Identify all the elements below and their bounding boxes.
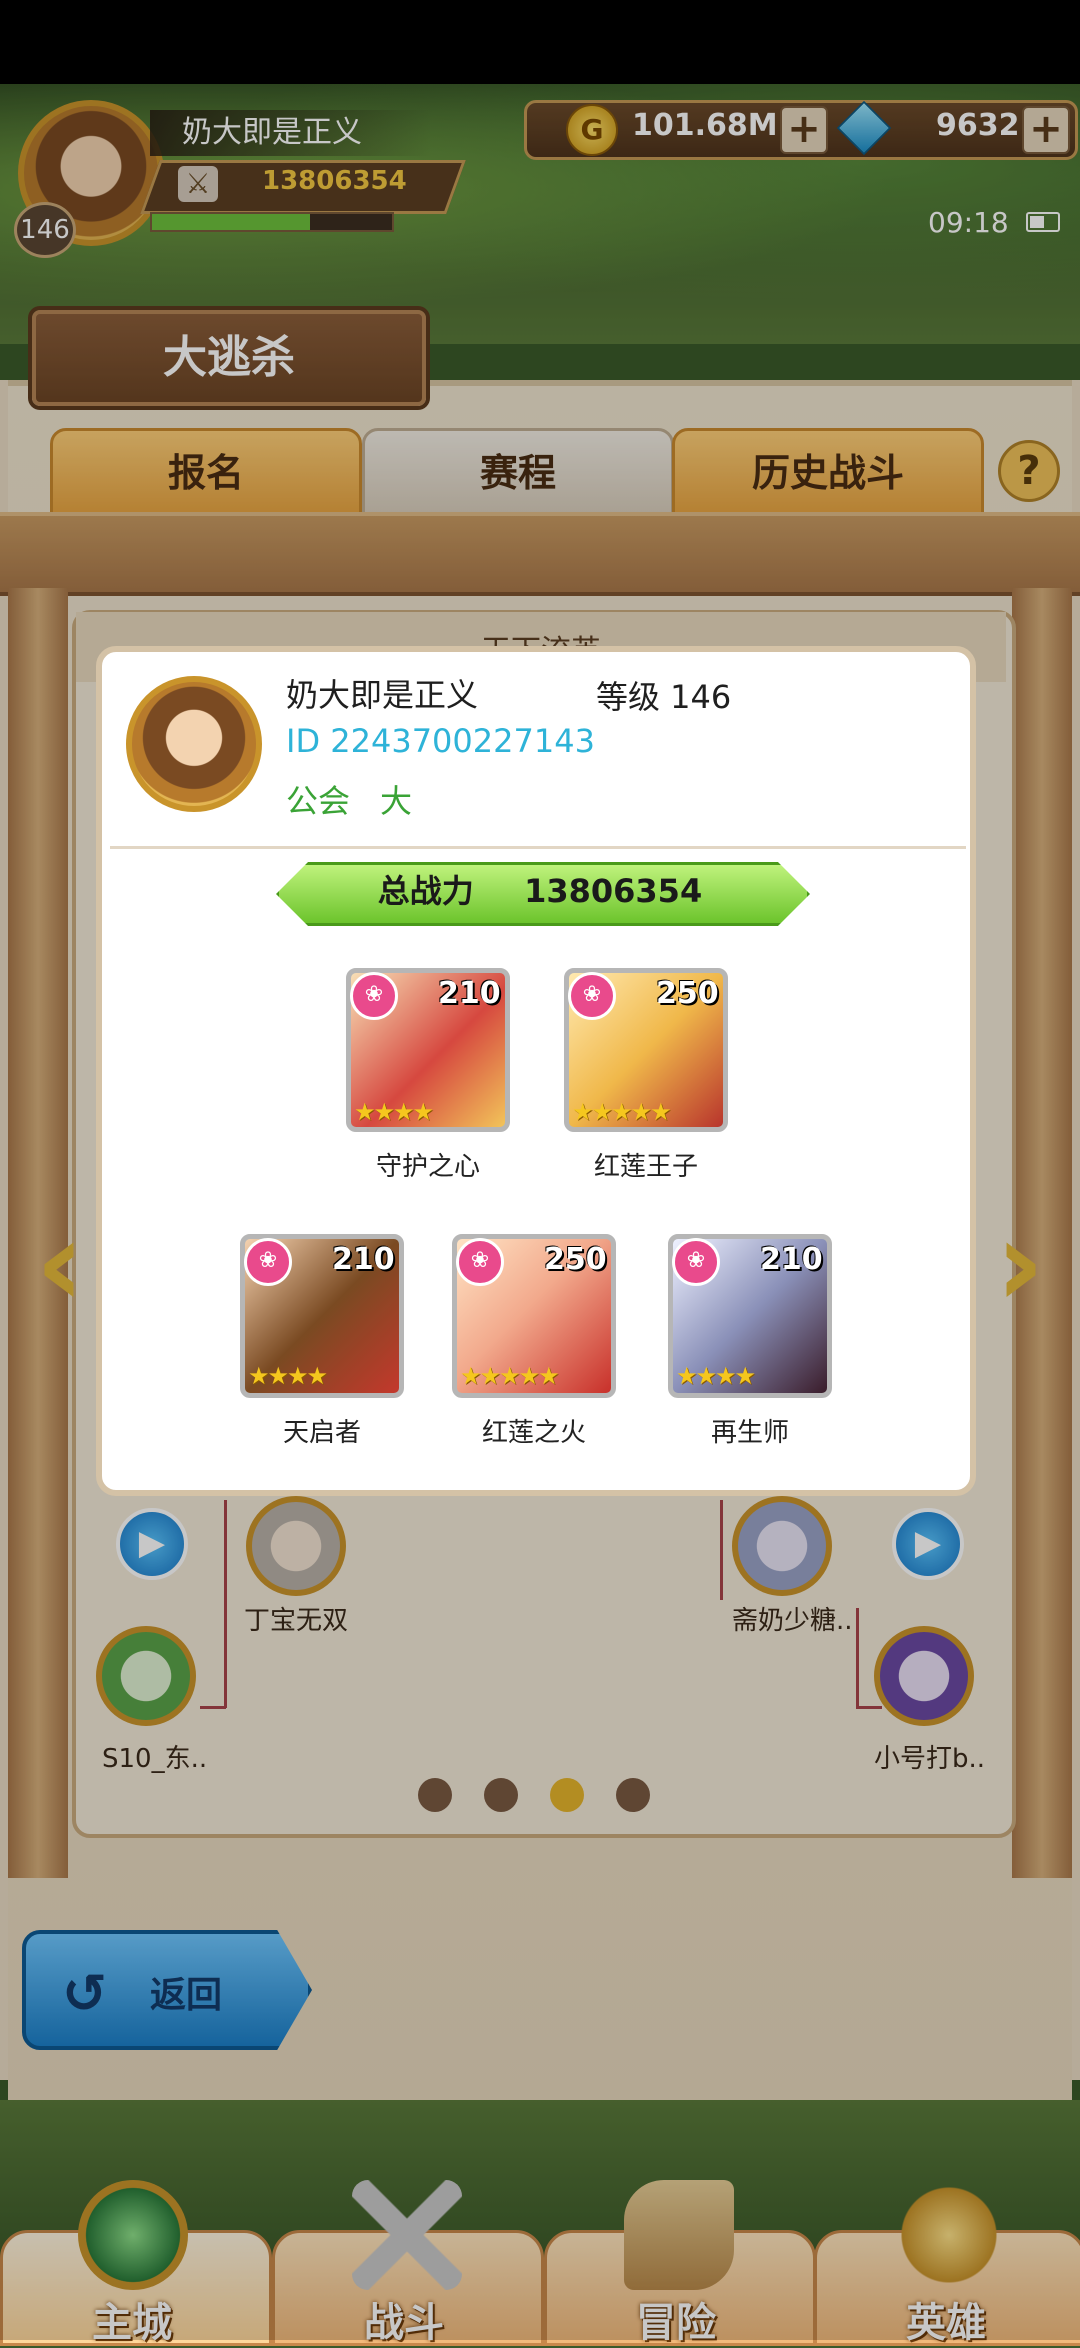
hero-name: 红莲王子 — [593, 1152, 698, 1182]
popup-guild-name: 大 — [380, 782, 413, 820]
hero-stars: ★★★★ — [676, 1362, 756, 1390]
page-dot[interactable] — [616, 1778, 650, 1812]
total-power-value: 13806354 — [524, 872, 703, 910]
tab-history[interactable]: 历史战斗 — [672, 428, 984, 518]
mode-title: 大逃杀 — [32, 310, 426, 406]
wooden-beam — [0, 512, 1080, 596]
replay-button[interactable]: ▶ — [892, 1508, 964, 1580]
swords-icon: ⚔ — [178, 166, 218, 202]
hero-stars: ★★★★ — [354, 1098, 434, 1126]
divider — [110, 846, 966, 849]
hero-crest-icon — [894, 2180, 1004, 2290]
player-avatar-mini[interactable] — [96, 1626, 196, 1726]
hero-level: 250 — [544, 1242, 607, 1277]
hero-name: 天启者 — [282, 1418, 361, 1448]
gold-coin-icon: G — [566, 104, 618, 156]
add-gold-button[interactable]: + — [780, 106, 828, 154]
add-gem-button[interactable]: + — [1022, 106, 1070, 154]
hero-name: 红莲之火 — [481, 1418, 586, 1448]
castle-icon — [78, 2180, 188, 2290]
help-button[interactable]: ? — [998, 440, 1060, 502]
hero-level: 210 — [438, 976, 501, 1011]
total-power-text: 总战力 13806354 — [276, 866, 804, 912]
combat-power-value: 13806354 — [262, 166, 407, 196]
hero-stars: ★★★★ — [248, 1362, 328, 1390]
popup-guild-label: 公会 — [286, 782, 351, 820]
nav-label: 英雄 — [906, 2300, 986, 2346]
player-name-mini: 丁宝无双 — [244, 1606, 349, 1636]
page-dot[interactable] — [418, 1778, 452, 1812]
hero-name: 再生师 — [710, 1418, 789, 1448]
gem-amount: 9632 — [936, 108, 1020, 143]
popup-player-avatar — [126, 676, 262, 812]
clock: 09:18 — [928, 206, 1009, 239]
replay-button[interactable]: ▶ — [116, 1508, 188, 1580]
page-dot-active[interactable] — [550, 1778, 584, 1812]
player-name-mini: 小号打b.. — [874, 1744, 986, 1774]
total-power-label: 总战力 — [377, 872, 474, 910]
faction-lotus-icon: ❀ — [350, 972, 398, 1020]
popup-player-level: 等级 146 — [596, 678, 732, 716]
nav-label: 主城 — [92, 2300, 172, 2346]
popup-player-name: 奶大即是正义 — [286, 676, 479, 714]
prev-page-arrow[interactable]: ‹ — [30, 1205, 90, 1325]
faction-lotus-icon: ❀ — [568, 972, 616, 1020]
crossed-swords-icon — [352, 2180, 462, 2290]
battery-icon — [1026, 212, 1060, 232]
back-button-label: 返回 — [150, 1975, 223, 2016]
bracket-line — [856, 1706, 882, 1709]
page-dot[interactable] — [484, 1778, 518, 1812]
nav-label: 冒险 — [636, 2300, 716, 2346]
tab-schedule[interactable]: 赛程 — [362, 428, 674, 518]
bracket-line — [224, 1608, 227, 1708]
faction-lotus-icon: ❀ — [456, 1238, 504, 1286]
player-name-mini: 斋奶少糖.. — [732, 1606, 853, 1636]
hero-stars: ★★★★★ — [572, 1098, 672, 1126]
player-name: 奶大即是正义 — [150, 110, 432, 156]
status-bar — [0, 0, 1080, 84]
nav-label: 战斗 — [364, 2300, 444, 2346]
hero-name: 守护之心 — [375, 1152, 480, 1182]
gold-amount: 101.68M — [632, 108, 778, 143]
next-page-arrow[interactable]: › — [990, 1205, 1050, 1325]
faction-lotus-icon: ❀ — [244, 1238, 292, 1286]
hero-level: 210 — [760, 1242, 823, 1277]
hero-stars: ★★★★★ — [460, 1362, 560, 1390]
player-avatar-mini[interactable] — [732, 1496, 832, 1596]
hero-level: 250 — [656, 976, 719, 1011]
faction-lotus-icon: ❀ — [672, 1238, 720, 1286]
player-name-mini: S10_东.. — [102, 1744, 208, 1774]
bracket-line — [200, 1706, 226, 1709]
scroll-map-icon — [624, 2180, 734, 2290]
hero-level: 210 — [332, 1242, 395, 1277]
bracket-line — [856, 1608, 859, 1708]
tab-signup[interactable]: 报名 — [50, 428, 362, 518]
player-avatar-mini[interactable] — [874, 1626, 974, 1726]
player-level-badge: 146 — [14, 202, 76, 258]
bracket-line — [720, 1500, 723, 1600]
popup-player-id: ID 2243700227143 — [286, 722, 595, 760]
bracket-line — [224, 1500, 227, 1610]
xp-bar-fill — [152, 214, 310, 230]
back-arrow-icon: ↺ — [62, 1962, 108, 2025]
player-avatar-mini[interactable] — [246, 1496, 346, 1596]
